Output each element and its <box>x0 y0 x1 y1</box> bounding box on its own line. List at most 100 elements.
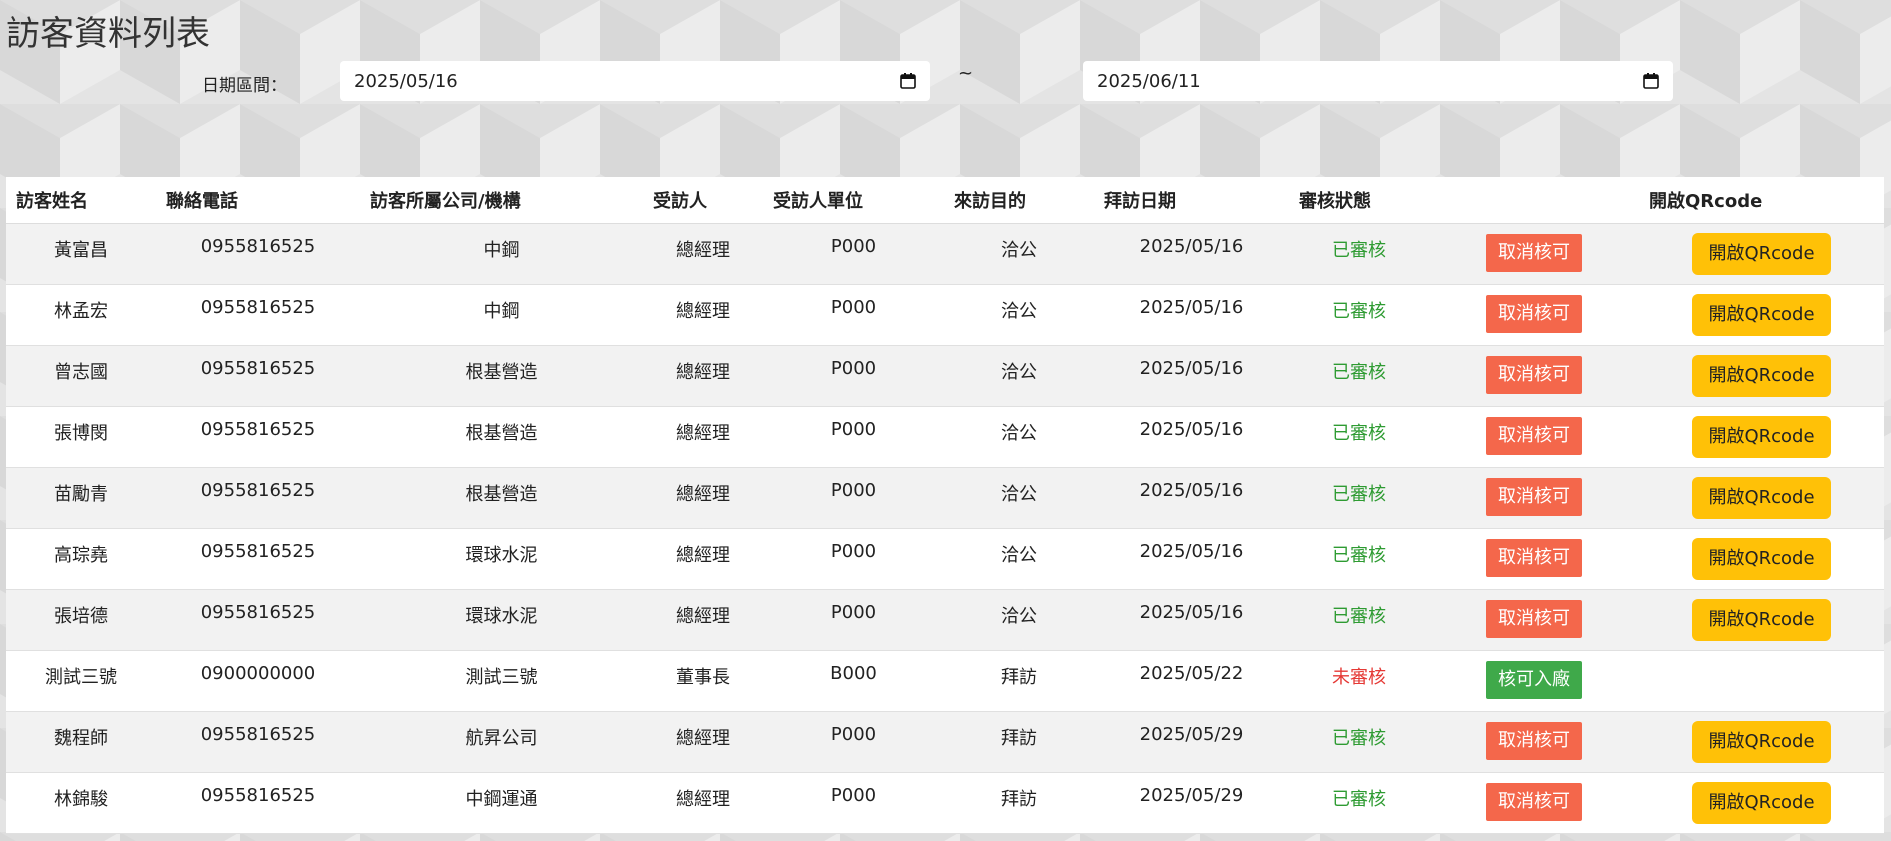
phone-cell-text: 0955816525 <box>200 724 316 745</box>
host-unit-cell: P000 <box>763 467 944 529</box>
cancel-approval-button[interactable]: 取消核可 <box>1486 417 1582 455</box>
action-cell: 取消核可 <box>1429 528 1639 590</box>
open-qrcode-button[interactable]: 開啟QRcode <box>1692 599 1831 641</box>
status-cell-text: 已審核 <box>1332 362 1386 383</box>
purpose-cell-text: 洽公 <box>1001 423 1037 444</box>
action-cell: 取消核可 <box>1429 223 1639 285</box>
host-unit-cell: B000 <box>763 650 944 712</box>
visit-date-cell: 2025/05/16 <box>1094 345 1289 407</box>
status-cell-text: 已審核 <box>1332 606 1386 627</box>
phone-cell: 0955816525 <box>156 223 360 285</box>
open-qrcode-button[interactable]: 開啟QRcode <box>1692 416 1831 458</box>
visitor-name-cell: 曾志國 <box>6 345 156 407</box>
table-row: 黃富昌 0955816525 中鋼 總經理 P000 洽公 2025/05/16 已審核 取消核… <box>6 223 1884 285</box>
visit-date-cell: 2025/05/16 <box>1094 528 1289 590</box>
host-cell: 總經理 <box>643 528 763 590</box>
host-cell-text: 總經理 <box>676 362 730 383</box>
cancel-approval-button[interactable]: 取消核可 <box>1486 478 1582 516</box>
action-cell: 取消核可 <box>1429 467 1639 529</box>
cancel-approval-button[interactable]: 取消核可 <box>1486 295 1582 333</box>
visitor-name-cell-text: 魏程師 <box>54 728 108 749</box>
end-date-field[interactable] <box>1083 61 1673 101</box>
calendar-icon[interactable] <box>900 73 916 89</box>
visitor-name-cell: 張博閔 <box>6 406 156 468</box>
visit-date-cell-text: 2025/05/29 <box>1139 724 1244 745</box>
header-visit-date: 拜訪日期 <box>1094 177 1289 224</box>
company-cell-text: 中鋼運通 <box>465 789 538 810</box>
company-cell: 環球水泥 <box>360 589 643 651</box>
visitor-name-cell: 苗勵青 <box>6 467 156 529</box>
visitor-table: 訪客姓名 聯絡電話 訪客所屬公司/機構 受訪人 受訪人單位 來訪目的 拜訪日期 … <box>6 177 1884 834</box>
host-cell-text: 總經理 <box>676 789 730 810</box>
cancel-approval-button[interactable]: 取消核可 <box>1486 539 1582 577</box>
cancel-approval-button[interactable]: 取消核可 <box>1486 234 1582 272</box>
phone-cell-text: 0955816525 <box>200 236 316 257</box>
visit-date-cell-text: 2025/05/16 <box>1139 602 1244 623</box>
visit-date-cell: 2025/05/29 <box>1094 772 1289 834</box>
host-cell-text: 總經理 <box>676 484 730 505</box>
host-unit-cell-text: P000 <box>830 358 877 379</box>
host-cell-text: 總經理 <box>676 545 730 566</box>
header-action <box>1429 177 1639 224</box>
host-cell: 總經理 <box>643 406 763 468</box>
host-cell-text: 董事長 <box>676 667 730 688</box>
phone-cell-text: 0955816525 <box>200 785 316 806</box>
status-cell: 已審核 <box>1289 528 1429 590</box>
qrcode-cell: 開啟QRcode <box>1639 223 1884 285</box>
table-row: 張博閔 0955816525 根基營造 總經理 P000 洽公 2025/05/16 已審核 取… <box>6 406 1884 468</box>
qrcode-cell: 開啟QRcode <box>1639 467 1884 529</box>
host-unit-cell: P000 <box>763 772 944 834</box>
company-cell-text: 測試三號 <box>465 667 538 688</box>
action-cell: 取消核可 <box>1429 284 1639 346</box>
purpose-cell-text: 洽公 <box>1001 240 1037 261</box>
purpose-cell-text: 洽公 <box>1001 545 1037 566</box>
open-qrcode-button[interactable]: 開啟QRcode <box>1692 721 1831 763</box>
host-cell: 總經理 <box>643 711 763 773</box>
open-qrcode-button[interactable]: 開啟QRcode <box>1692 294 1831 336</box>
visitor-name-cell: 林錦駿 <box>6 772 156 834</box>
cancel-approval-button[interactable]: 取消核可 <box>1486 600 1582 638</box>
open-qrcode-button[interactable]: 開啟QRcode <box>1692 538 1831 580</box>
table-row: 魏程師 0955816525 航昇公司 總經理 P000 拜訪 2025/05/29 已審核 取… <box>6 711 1884 773</box>
phone-cell: 0955816525 <box>156 345 360 407</box>
company-cell: 航昇公司 <box>360 711 643 773</box>
calendar-icon[interactable] <box>1643 73 1659 89</box>
start-date-input[interactable] <box>354 70 900 92</box>
host-unit-cell-text: P000 <box>830 785 877 806</box>
host-unit-cell: P000 <box>763 406 944 468</box>
purpose-cell: 洽公 <box>944 467 1094 529</box>
phone-cell: 0955816525 <box>156 406 360 468</box>
company-cell: 環球水泥 <box>360 528 643 590</box>
qrcode-cell: 開啟QRcode <box>1639 711 1884 773</box>
phone-cell: 0955816525 <box>156 467 360 529</box>
status-cell-text: 已審核 <box>1332 484 1386 505</box>
action-cell: 取消核可 <box>1429 345 1639 407</box>
action-cell: 核可入廠 <box>1429 650 1639 712</box>
cancel-approval-button[interactable]: 取消核可 <box>1486 722 1582 760</box>
host-cell: 董事長 <box>643 650 763 712</box>
phone-cell-text: 0955816525 <box>200 541 316 562</box>
host-unit-cell-text: P000 <box>830 419 877 440</box>
approve-entry-button[interactable]: 核可入廠 <box>1486 661 1582 699</box>
visitor-name-cell-text: 苗勵青 <box>54 484 108 505</box>
qrcode-cell: 開啟QRcode <box>1639 772 1884 834</box>
company-cell-text: 環球水泥 <box>465 545 538 566</box>
end-date-input[interactable] <box>1097 70 1643 92</box>
company-cell: 中鋼運通 <box>360 772 643 834</box>
company-cell: 根基營造 <box>360 345 643 407</box>
cancel-approval-button[interactable]: 取消核可 <box>1486 783 1582 821</box>
start-date-field[interactable] <box>340 61 930 101</box>
qrcode-cell: 開啟QRcode <box>1639 345 1884 407</box>
header-company: 訪客所屬公司/機構 <box>360 177 643 224</box>
status-cell: 已審核 <box>1289 711 1429 773</box>
host-cell: 總經理 <box>643 345 763 407</box>
purpose-cell-text: 洽公 <box>1001 362 1037 383</box>
open-qrcode-button[interactable]: 開啟QRcode <box>1692 233 1831 275</box>
open-qrcode-button[interactable]: 開啟QRcode <box>1692 355 1831 397</box>
qrcode-cell <box>1639 650 1884 712</box>
cancel-approval-button[interactable]: 取消核可 <box>1486 356 1582 394</box>
open-qrcode-button[interactable]: 開啟QRcode <box>1692 782 1831 824</box>
phone-cell: 0955816525 <box>156 711 360 773</box>
visitor-name-cell-text: 黃富昌 <box>54 240 108 261</box>
open-qrcode-button[interactable]: 開啟QRcode <box>1692 477 1831 519</box>
